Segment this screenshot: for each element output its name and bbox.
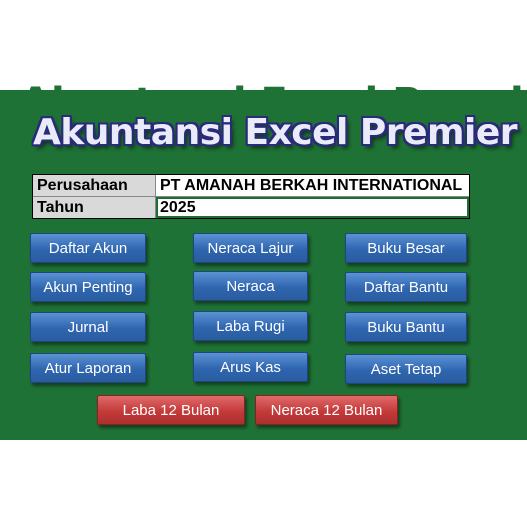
akun-penting-button[interactable]: Akun Penting [30, 272, 146, 302]
company-label: Perusahaan [33, 175, 156, 196]
neraca-12-bulan-button[interactable]: Neraca 12 Bulan [255, 395, 398, 425]
neraca-lajur-button[interactable]: Neraca Lajur [193, 233, 308, 263]
buku-bantu-button[interactable]: Buku Bantu [345, 312, 467, 342]
laba-12-bulan-button[interactable]: Laba 12 Bulan [97, 395, 245, 425]
company-name-cell[interactable]: PT AMANAH BERKAH INTERNATIONAL [156, 175, 469, 196]
daftar-akun-button[interactable]: Daftar Akun [30, 233, 146, 263]
app-title: Akuntansi Excel Premier [33, 112, 518, 153]
title-shadow-text: Akuntansi Excel Premier [20, 80, 527, 92]
title-shadow-strip: Akuntansi Excel Premier [0, 76, 527, 92]
aset-tetap-button[interactable]: Aset Tetap [345, 354, 467, 384]
year-row: Tahun 2025 [33, 196, 469, 218]
year-label: Tahun [33, 197, 156, 218]
arus-kas-button[interactable]: Arus Kas [193, 352, 308, 382]
buku-besar-button[interactable]: Buku Besar [345, 233, 467, 263]
laba-rugi-button[interactable]: Laba Rugi [193, 311, 308, 341]
neraca-button[interactable]: Neraca [193, 271, 308, 301]
year-cell[interactable]: 2025 [156, 197, 469, 218]
daftar-bantu-button[interactable]: Daftar Bantu [345, 272, 467, 302]
jurnal-button[interactable]: Jurnal [30, 312, 146, 342]
company-info-table: Perusahaan PT AMANAH BERKAH INTERNATIONA… [32, 174, 470, 219]
company-row: Perusahaan PT AMANAH BERKAH INTERNATIONA… [33, 175, 469, 196]
atur-laporan-button[interactable]: Atur Laporan [30, 353, 146, 383]
